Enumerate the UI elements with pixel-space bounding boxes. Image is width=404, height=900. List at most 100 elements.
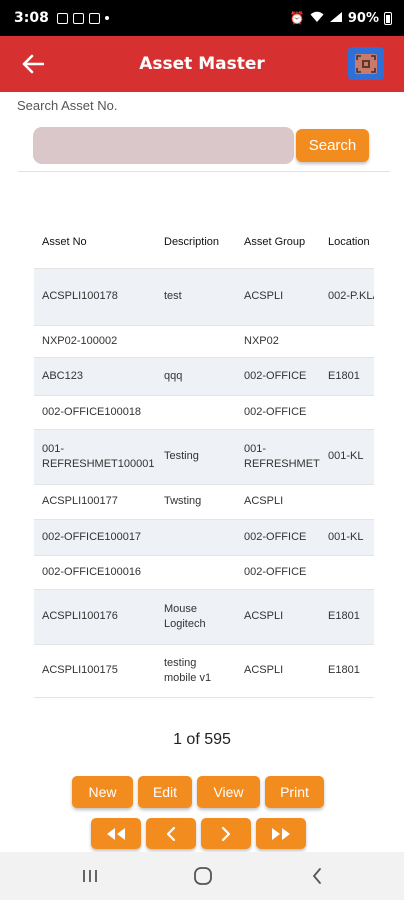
cell-location: 001-KL: [320, 428, 374, 484]
pagination-controls: [0, 818, 404, 850]
table-row[interactable]: ACSPLI100176 Mouse Logitech ACSPLI E1801: [34, 588, 374, 644]
cell-asset-no: ABC123: [34, 356, 156, 395]
asset-table-container[interactable]: Asset No Description Asset Group Locatio…: [34, 217, 374, 698]
cell-asset-group: 002-OFFICE: [236, 518, 320, 555]
table-header-row: Asset No Description Asset Group Locatio…: [34, 217, 374, 268]
print-button[interactable]: Print: [265, 776, 324, 808]
scan-button[interactable]: [348, 47, 384, 80]
cell-location: [320, 394, 374, 429]
gallery-icon: [56, 12, 68, 24]
back-button[interactable]: [22, 48, 62, 80]
app-bar: Asset Master: [0, 36, 404, 92]
table-row[interactable]: NXP02-100002 NXP02: [34, 324, 374, 357]
cell-asset-no: 001-REFRESHMET100001: [34, 428, 156, 484]
cell-asset-group: 002-OFFICE: [236, 394, 320, 429]
recent-apps-button[interactable]: [75, 864, 105, 888]
first-page-button[interactable]: [91, 818, 141, 849]
search-button[interactable]: Search: [296, 129, 369, 162]
cell-description: qqq: [156, 356, 236, 395]
cell-description: [156, 324, 236, 357]
cell-location: E1801: [320, 643, 374, 698]
next-page-button[interactable]: [201, 818, 251, 849]
column-header-asset-no: Asset No: [34, 217, 156, 268]
table-row[interactable]: 002-OFFICE100018 002-OFFICE: [34, 394, 374, 429]
table-row[interactable]: ACSPLI100178 test ACSPLI 002-P.KLANG: [34, 267, 374, 325]
cell-asset-group: 002-OFFICE: [236, 356, 320, 395]
cell-asset-no: 002-OFFICE100017: [34, 518, 156, 555]
table-row[interactable]: 002-OFFICE100017 002-OFFICE 001-KL: [34, 518, 374, 555]
notification-icons: [56, 12, 109, 24]
cell-description: testing mobile v1: [156, 643, 236, 698]
cell-asset-no: ACSPLI100176: [34, 588, 156, 644]
last-page-icon: [272, 827, 290, 840]
divider: [18, 171, 390, 172]
cell-asset-group: ACSPLI: [236, 267, 320, 325]
more-notifications-icon: [104, 16, 109, 20]
cell-description: Testing: [156, 428, 236, 484]
column-header-description: Description: [156, 217, 236, 268]
cell-asset-group: ACSPLI: [236, 643, 320, 698]
cell-asset-group: 001-REFRESHMET: [236, 428, 320, 484]
column-header-location: Location: [320, 217, 374, 268]
page-indicator: 1 of 595: [173, 731, 231, 748]
system-navigation-bar: [0, 852, 404, 900]
previous-page-icon: [166, 826, 176, 841]
cell-description: test: [156, 267, 236, 325]
table-row[interactable]: ACSPLI100177 Twsting ACSPLI: [34, 483, 374, 519]
signal-icon: [329, 11, 343, 26]
cell-location: [320, 554, 374, 589]
cell-asset-group: NXP02: [236, 324, 320, 357]
cell-description: Twsting: [156, 483, 236, 519]
cell-asset-no: ACSPLI100175: [34, 643, 156, 698]
cell-asset-no: ACSPLI100178: [34, 267, 156, 325]
notification-app-icon: [88, 12, 100, 24]
home-button[interactable]: [188, 864, 218, 888]
cell-location: [320, 324, 374, 357]
table-row[interactable]: 002-OFFICE100016 002-OFFICE: [34, 554, 374, 589]
wifi-icon: [310, 11, 324, 26]
last-page-button[interactable]: [256, 818, 306, 849]
action-buttons: New Edit View Print: [0, 776, 404, 808]
battery-percent: 90%: [347, 10, 379, 26]
home-icon: [194, 867, 212, 885]
asset-table: Asset No Description Asset Group Locatio…: [34, 217, 374, 698]
cell-asset-group: ACSPLI: [236, 588, 320, 644]
status-bar: 3:08 ⏰ 90%: [0, 0, 404, 36]
battery-icon: [384, 11, 392, 25]
cell-asset-no: ACSPLI100177: [34, 483, 156, 519]
search-label: Search Asset No.: [17, 98, 118, 113]
cell-asset-group: ACSPLI: [236, 483, 320, 519]
cell-description: [156, 554, 236, 589]
cell-location: E1801: [320, 356, 374, 395]
column-header-asset-group: Asset Group: [236, 217, 320, 268]
cell-description: Mouse Logitech: [156, 588, 236, 644]
new-button[interactable]: New: [72, 776, 133, 808]
next-page-icon: [221, 826, 231, 841]
chevron-left-icon: [312, 868, 321, 884]
back-arrow-icon: [22, 54, 45, 74]
cell-asset-no: NXP02-100002: [34, 324, 156, 357]
previous-page-button[interactable]: [146, 818, 196, 849]
alarm-icon: ⏰: [289, 11, 305, 25]
cell-location: [320, 483, 374, 519]
status-time: 3:08: [14, 10, 49, 26]
qr-scan-icon: [355, 53, 377, 74]
search-input[interactable]: [33, 127, 294, 164]
cell-asset-no: 002-OFFICE100016: [34, 554, 156, 589]
cell-description: [156, 518, 236, 555]
cell-asset-no: 002-OFFICE100018: [34, 394, 156, 429]
first-page-icon: [107, 827, 125, 840]
cell-asset-group: 002-OFFICE: [236, 554, 320, 589]
recent-apps-icon: [83, 870, 97, 882]
system-back-button[interactable]: [302, 864, 332, 888]
cell-description: [156, 394, 236, 429]
view-button[interactable]: View: [197, 776, 260, 808]
cell-location: E1801: [320, 588, 374, 644]
table-row[interactable]: 001-REFRESHMET100001 Testing 001-REFRESH…: [34, 428, 374, 484]
table-row[interactable]: ABC123 qqq 002-OFFICE E1801: [34, 356, 374, 395]
cell-location: 002-P.KLANG: [320, 267, 374, 325]
table-row[interactable]: ACSPLI100175 testing mobile v1 ACSPLI E1…: [34, 643, 374, 698]
edit-button[interactable]: Edit: [138, 776, 192, 808]
system-icons: ⏰ 90%: [290, 11, 392, 26]
notification-app-icon: [72, 12, 84, 24]
